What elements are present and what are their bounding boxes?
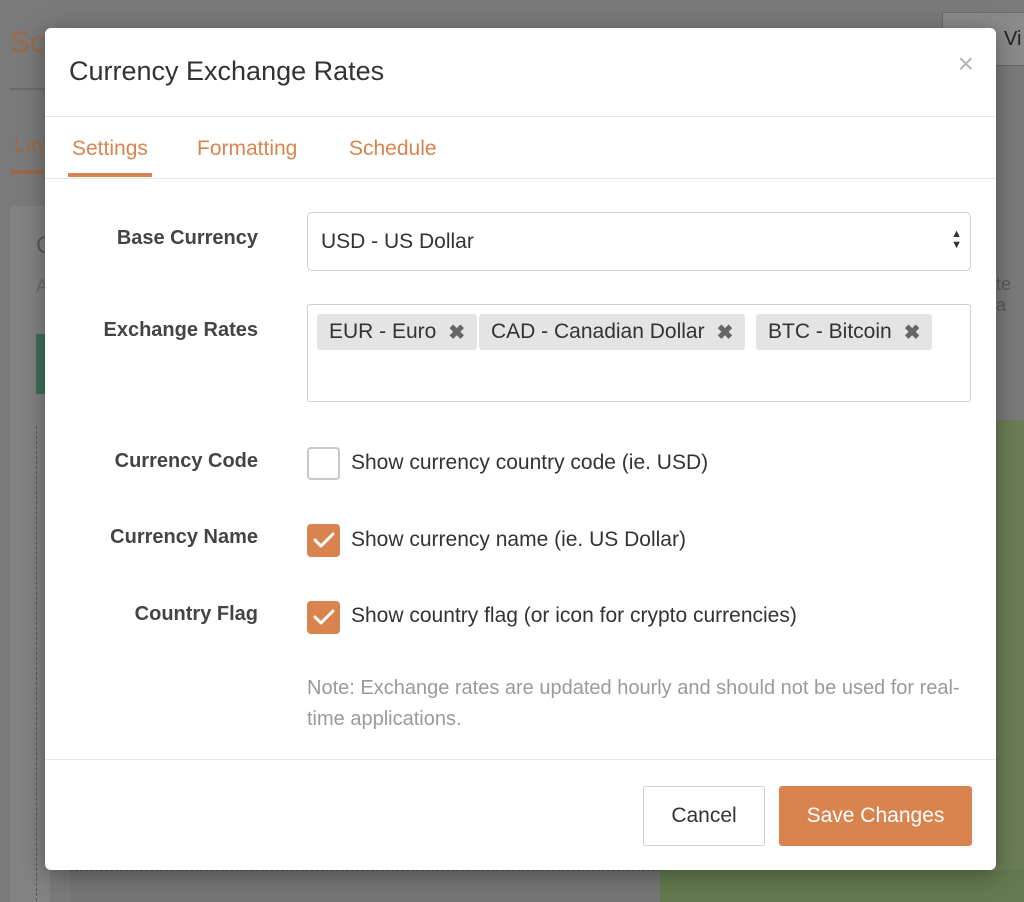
country-flag-checkbox-label[interactable]: Show country flag (or icon for crypto cu… [351,604,797,628]
save-changes-button[interactable]: Save Changes [779,786,972,846]
update-note: Note: Exchange rates are updated hourly … [307,677,960,730]
currency-code-checkbox[interactable] [307,447,340,480]
tag-label: CAD - Canadian Dollar [491,320,705,343]
modal-footer: Cancel Save Changes [45,759,996,870]
background-panel [10,206,50,902]
tag-cad: CAD - Canadian Dollar ✖ [479,314,746,350]
background-title: Sc [10,26,46,59]
background-dashed-region [36,426,44,902]
select-arrows-icon: ▲ ▼ [951,228,962,251]
exchange-rates-label: Exchange Rates [103,319,258,341]
currency-exchange-modal: Currency Exchange Rates × Settings Forma… [45,28,996,870]
tag-eur: EUR - Euro ✖ [317,314,478,350]
country-flag-checkbox[interactable] [307,601,340,634]
cancel-button[interactable]: Cancel [643,786,765,846]
background-green-widget-bottom [660,870,1024,902]
currency-name-checkbox[interactable] [307,524,340,557]
tag-btc: BTC - Bitcoin ✖ [756,314,933,350]
currency-code-label: Currency Code [114,450,258,472]
base-currency-label: Base Currency [116,227,258,249]
modal-header: Currency Exchange Rates × [45,28,996,117]
background-dashed-widget [70,870,660,902]
exchange-rates-input[interactable]: EUR - Euro ✖ CAD - Canadian Dollar ✖ BTC… [307,304,971,402]
country-flag-label: Country Flag [134,603,258,625]
background-view-label: Vi [1004,28,1022,50]
currency-name-label: Currency Name [110,526,258,548]
tab-schedule[interactable]: Schedule [349,137,437,161]
currency-code-checkbox-label[interactable]: Show currency country code (ie. USD) [351,451,708,475]
currency-name-checkbox-label[interactable]: Show currency name (ie. US Dollar) [351,528,686,552]
base-currency-value: USD - US Dollar [321,230,474,253]
tag-label: BTC - Bitcoin [768,320,892,343]
background-tab: Lay [14,134,47,156]
checkmark-icon [313,609,335,625]
modal-title: Currency Exchange Rates [69,56,385,86]
tag-label: EUR - Euro [329,320,437,343]
tab-formatting[interactable]: Formatting [197,137,297,161]
checkmark-icon [313,532,335,548]
remove-tag-icon[interactable]: ✖ [448,320,465,345]
tab-settings[interactable]: Settings [68,137,152,177]
background-divider [10,88,50,90]
base-currency-select[interactable]: USD - US Dollar ▲ ▼ [307,212,971,271]
close-icon[interactable]: × [958,50,974,78]
background-right-text: te a [996,274,1012,315]
background-tab-underline [10,170,44,174]
background-green-widget [996,420,1024,902]
remove-tag-icon[interactable]: ✖ [717,320,734,345]
remove-tag-icon[interactable]: ✖ [904,320,921,345]
modal-tabs: Settings Formatting Schedule [45,117,996,179]
